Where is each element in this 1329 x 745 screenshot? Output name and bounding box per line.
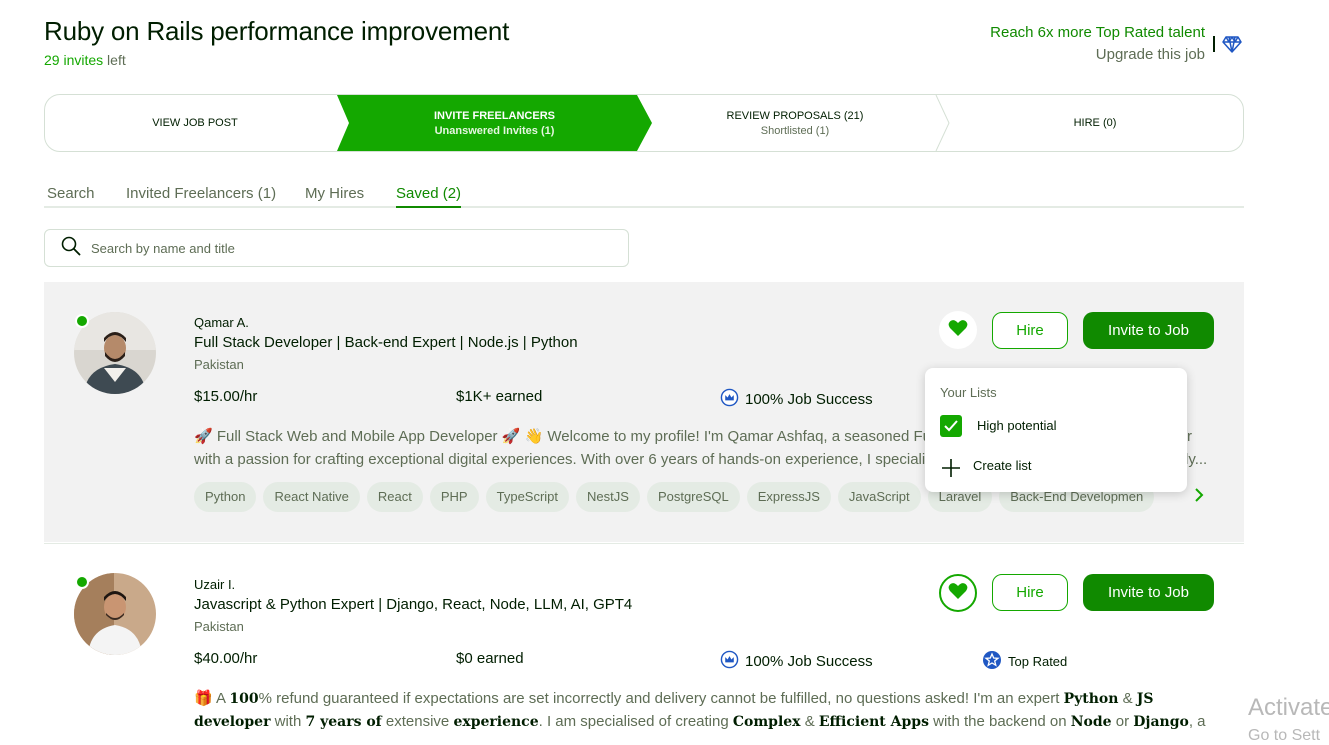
earned-value: $0 earned <box>456 650 524 667</box>
search-box[interactable] <box>44 229 629 267</box>
heart-icon <box>948 582 968 605</box>
skill-chip[interactable]: PHP <box>429 482 479 512</box>
job-success-icon <box>720 388 739 411</box>
invite-to-job-button[interactable]: Invite to Job <box>1083 312 1214 349</box>
skill-chip[interactable]: JavaScript <box>837 482 921 512</box>
job-success: 100% Job Success <box>720 650 873 673</box>
step-divider <box>935 95 950 151</box>
search-input[interactable] <box>91 240 591 256</box>
hire-button[interactable]: Hire <box>992 574 1068 611</box>
create-list-item[interactable]: Create list <box>973 458 1032 473</box>
earned-value: $1K+ earned <box>456 388 543 405</box>
rate-value: $40.00/hr <box>194 650 258 667</box>
lists-dropdown: Your Lists High potential Create list <box>925 368 1187 492</box>
job-success-value: 100% Job Success <box>745 653 873 670</box>
plus-icon[interactable] <box>941 458 961 483</box>
freelancer-name[interactable]: Uzair I. <box>194 577 235 592</box>
tab-search[interactable]: Search <box>47 185 95 206</box>
tab-invited-freelancers[interactable]: Invited Freelancers (1) <box>126 185 276 206</box>
freelancer-country: Pakistan <box>194 357 244 372</box>
freelancer-name[interactable]: Qamar A. <box>194 315 249 330</box>
invites-left: 29 invites left <box>44 52 126 68</box>
hourly-rate: $40.00/hr <box>194 650 257 667</box>
skill-chip[interactable]: React Native <box>263 482 360 512</box>
top-rated-badge: Top Rated <box>982 650 1067 673</box>
rate-value: $15.00/hr <box>194 388 258 405</box>
upgrade-job-link[interactable]: Upgrade this job <box>1096 46 1205 63</box>
freelancer-description-line: 🎁 A 100% refund guaranteed if expectatio… <box>194 690 1154 707</box>
hire-button[interactable]: Hire <box>992 312 1068 349</box>
search-icon <box>61 236 81 261</box>
freelancer-description-line: developer with 7 years of extensive expe… <box>194 713 1206 730</box>
step-label: REVIEW PROPOSALS (21) <box>726 109 864 122</box>
save-heart-button[interactable] <box>939 311 977 349</box>
list-item-high-potential[interactable]: High potential <box>977 418 1057 433</box>
invites-count: 29 invites <box>44 52 104 68</box>
high-potential-checkbox[interactable] <box>940 415 962 437</box>
job-success-value: 100% Job Success <box>745 391 873 408</box>
tab-saved[interactable]: Saved (2) <box>396 185 462 208</box>
chevron-right-icon[interactable] <box>1194 487 1204 508</box>
description-tail: ly... <box>1185 451 1208 468</box>
description-text: 🚀 Full Stack Web and Mobile App Develope… <box>194 428 931 445</box>
step-hire[interactable]: HIRE (0) <box>945 95 1243 151</box>
step-label: VIEW JOB POST <box>152 117 238 129</box>
step-review-proposals[interactable]: REVIEW PROPOSALS (21) Shortlisted (1) <box>645 95 945 151</box>
step-label: HIRE (0) <box>1073 117 1117 129</box>
top-rated-icon <box>982 650 1002 673</box>
skill-chip[interactable]: ExpressJS <box>746 482 831 512</box>
activation-watermark-sub: Go to Sett <box>1248 727 1321 744</box>
skill-chip[interactable]: NestJS <box>576 482 640 512</box>
heart-icon <box>948 319 968 342</box>
activation-watermark: Activate <box>1248 694 1329 721</box>
invites-suffix: left <box>103 52 126 68</box>
freelancer-country: Pakistan <box>194 619 244 634</box>
separator <box>1213 36 1215 52</box>
gift-icon: 🎁 <box>194 690 213 707</box>
description-text: with a passion for crafting exceptional … <box>194 451 926 468</box>
job-title: Ruby on Rails performance improvement <box>44 16 510 46</box>
step-sublabel: Unanswered Invites (1) <box>434 124 555 137</box>
reach-top-rated-link[interactable]: Reach 6x more Top Rated talent <box>990 24 1205 41</box>
skill-chip[interactable]: React <box>366 482 423 512</box>
tab-my-hires[interactable]: My Hires <box>305 185 364 206</box>
dropdown-heading: Your Lists <box>940 385 997 400</box>
hourly-rate: $15.00/hr <box>194 388 257 405</box>
badge-label: Top Rated <box>1008 654 1068 669</box>
invite-to-job-button[interactable]: Invite to Job <box>1083 574 1214 611</box>
hiring-stepper: VIEW JOB POST INVITE FREELANCERS Unanswe… <box>44 94 1244 152</box>
step-label: INVITE FREELANCERS <box>433 109 555 122</box>
job-success-icon <box>720 650 739 673</box>
job-success: 100% Job Success <box>720 388 873 411</box>
total-earned: $1K+ earned <box>456 388 542 405</box>
description-tail: r <box>1187 428 1192 445</box>
step-sublabel: Shortlisted (1) <box>760 124 830 137</box>
check-icon <box>944 420 958 432</box>
skill-chip[interactable]: Python <box>194 482 257 512</box>
step-invite-freelancers[interactable]: INVITE FREELANCERS Unanswered Invites (1… <box>337 95 652 151</box>
total-earned: $0 earned <box>456 650 524 667</box>
freelancer-title[interactable]: Full Stack Developer | Back-end Expert |… <box>194 334 578 351</box>
online-indicator <box>75 314 89 328</box>
skill-chip[interactable]: PostgreSQL <box>646 482 740 512</box>
step-view-job-post[interactable]: VIEW JOB POST <box>45 95 345 151</box>
online-indicator <box>75 575 89 589</box>
freelancer-card[interactable]: Uzair I. Javascript & Python Expert | Dj… <box>44 543 1244 743</box>
tab-bar: Search Invited Freelancers (1) My Hires … <box>44 184 1244 208</box>
save-heart-button[interactable] <box>939 574 977 612</box>
skill-chip[interactable]: TypeScript <box>485 482 570 512</box>
freelancer-title[interactable]: Javascript & Python Expert | Django, Rea… <box>194 596 632 613</box>
diamond-icon[interactable] <box>1222 34 1242 59</box>
